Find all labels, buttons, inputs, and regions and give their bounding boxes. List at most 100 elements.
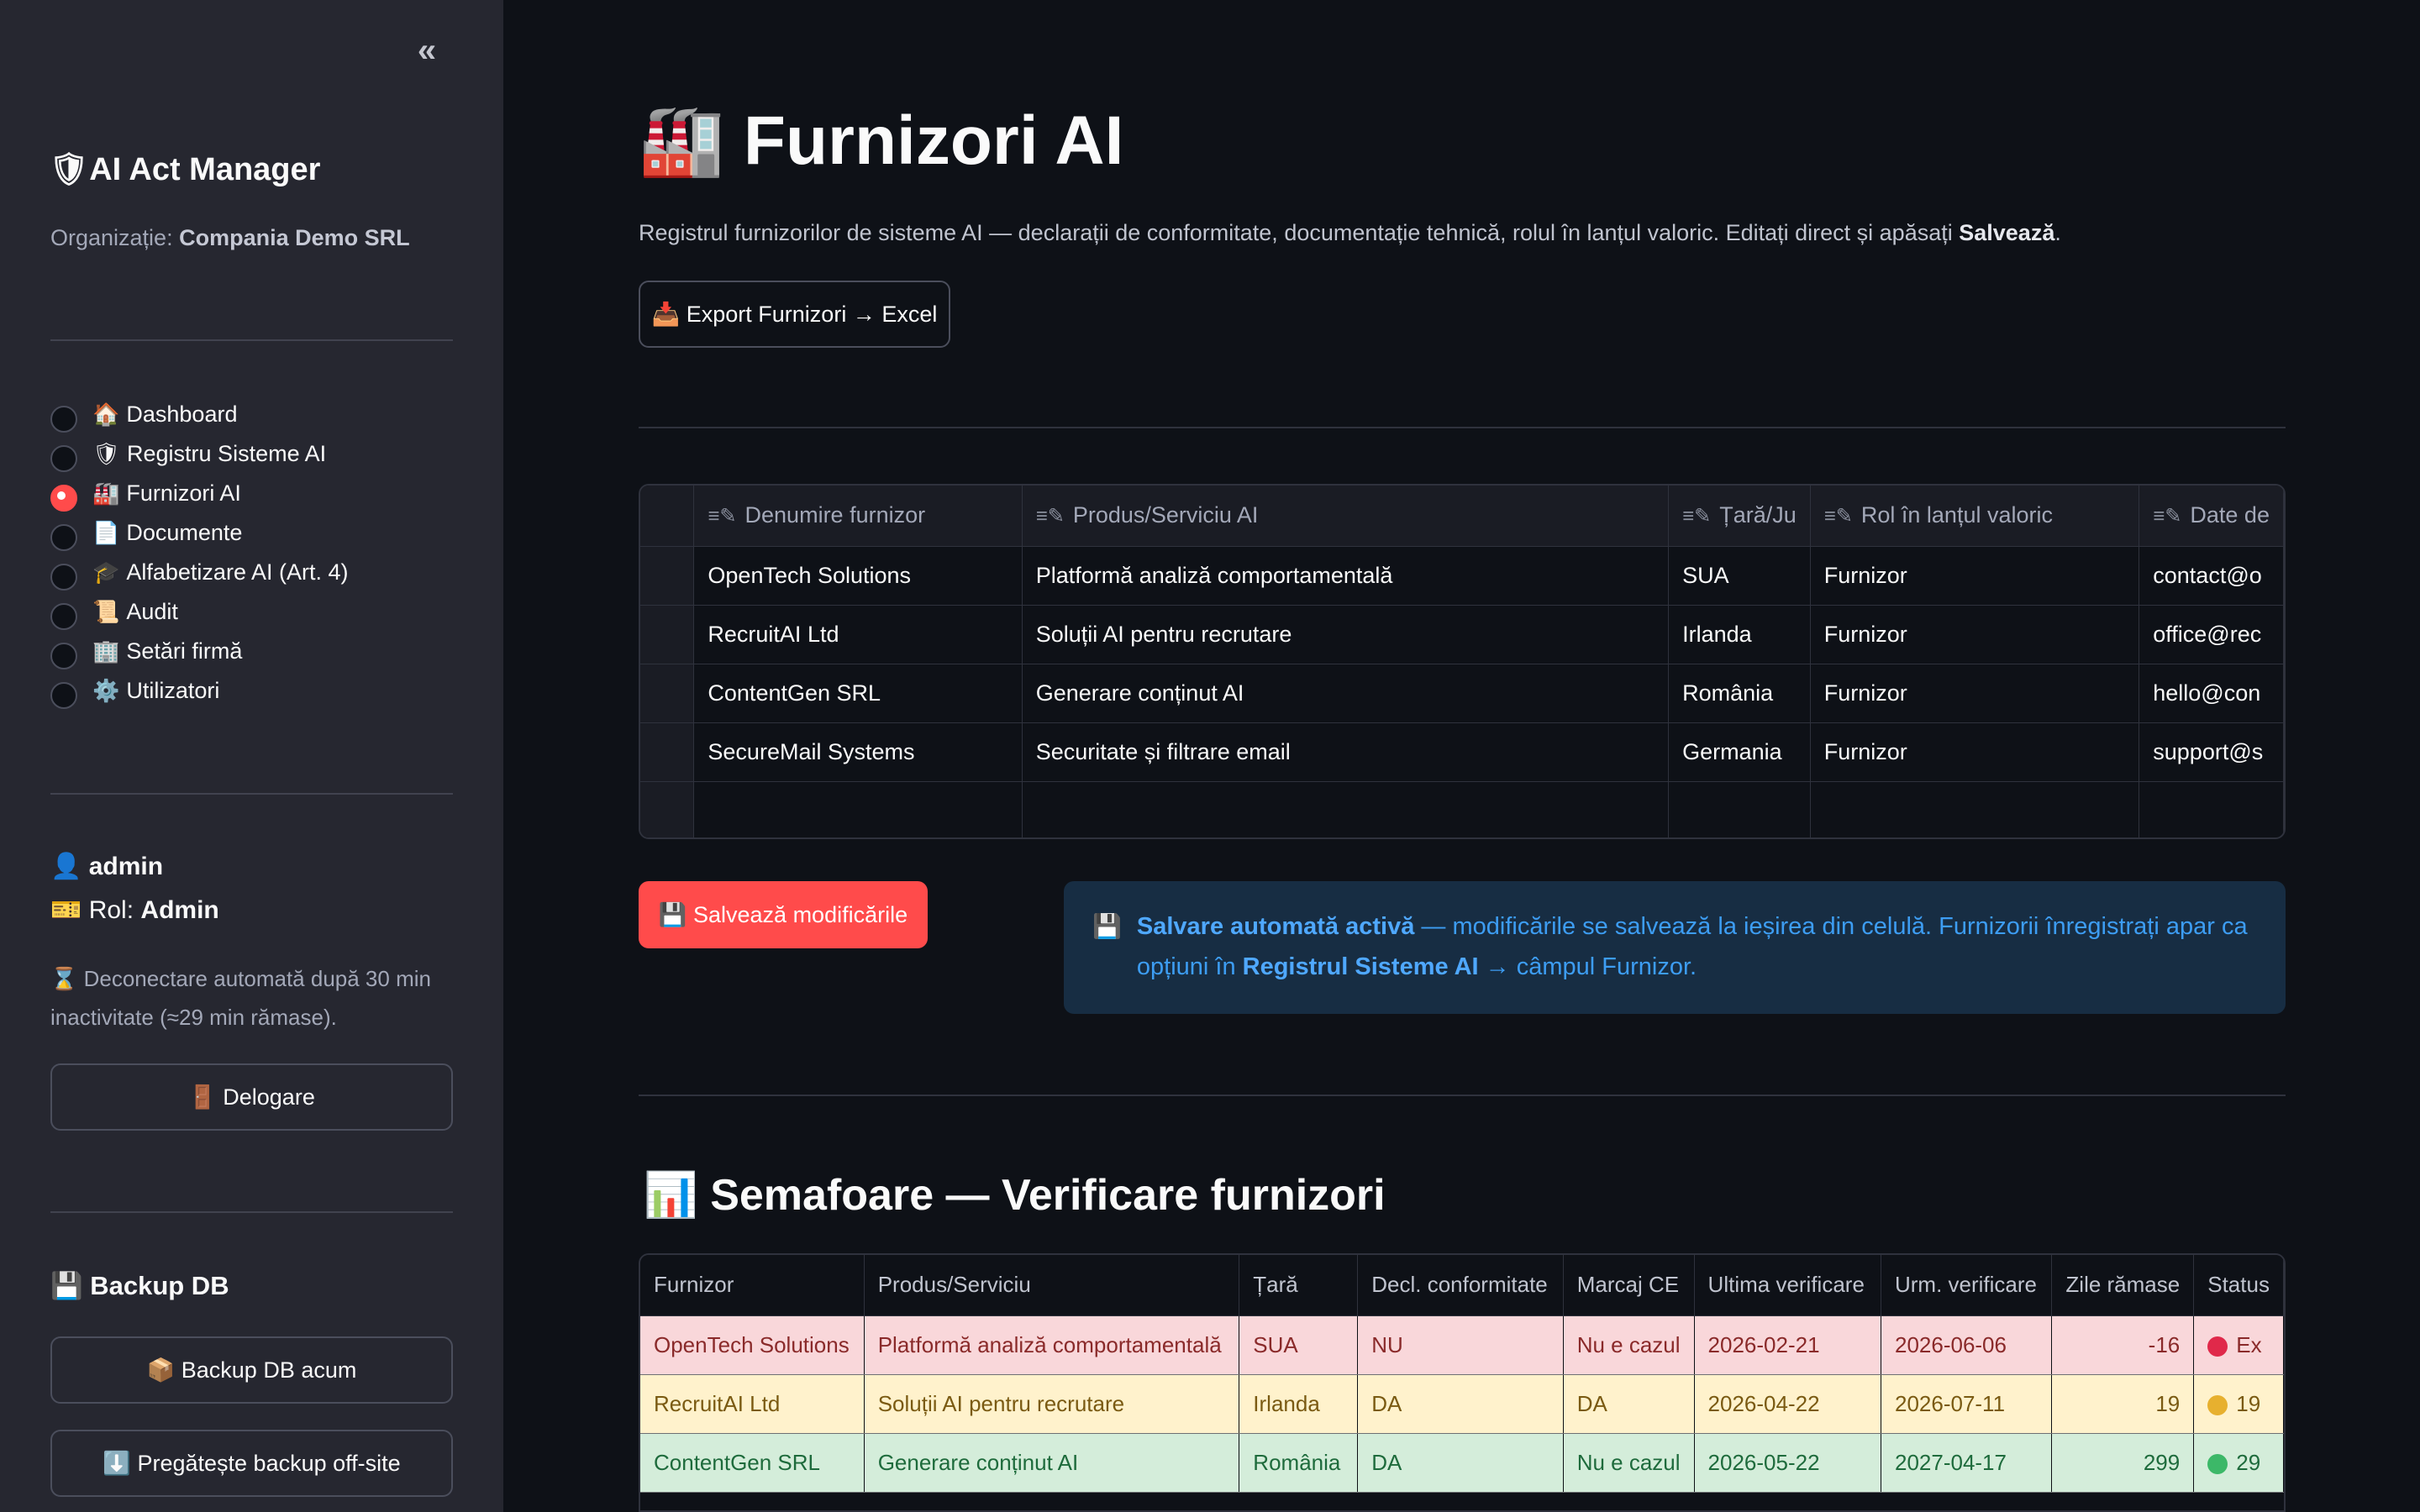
backup-now-button[interactable]: 📦 Backup DB acum (50, 1336, 453, 1404)
column-header[interactable]: Produs/Serviciu (864, 1255, 1240, 1316)
radio-icon[interactable] (50, 681, 77, 709)
backup-offsite-button[interactable]: ⬇️ Pregătește backup off-site (50, 1430, 453, 1497)
table-cell: 2026-04-22 (1694, 1374, 1881, 1434)
editor-cell[interactable]: Generare conținut AI (1022, 664, 1670, 723)
editor-cell[interactable]: SecureMail Systems (693, 722, 1023, 782)
editor-cell[interactable]: Irlanda (1668, 605, 1811, 664)
table-cell: NU (1357, 1315, 1564, 1375)
editor-cell-empty[interactable] (1810, 781, 2140, 837)
nav-label: Utilizatori (126, 678, 220, 703)
row-index[interactable] (640, 781, 695, 837)
column-header[interactable]: Decl. conformitate (1357, 1255, 1564, 1316)
radio-selected-icon[interactable] (50, 484, 77, 512)
supplier-status-table: Furnizor Produs/Serviciu Țară Decl. conf… (639, 1253, 2286, 1512)
radio-icon[interactable] (50, 563, 77, 591)
editor-cell[interactable]: OpenTech Solutions (693, 546, 1023, 606)
radio-icon[interactable] (50, 405, 77, 433)
row-index[interactable] (640, 722, 695, 782)
table-cell: Irlanda (1239, 1374, 1359, 1434)
nav-item-alfabetizare[interactable]: 🎓 Alfabetizare AI (Art. 4) (50, 553, 348, 592)
column-header-label: Rol în lanțul valoric (1860, 502, 2053, 528)
editor-cell[interactable]: Securitate și filtrare email (1022, 722, 1670, 782)
radio-icon[interactable] (50, 642, 77, 669)
table-cell: 2026-02-21 (1694, 1315, 1881, 1375)
column-header[interactable]: Țară (1239, 1255, 1359, 1316)
column-header[interactable]: ≡✎ Rol în lanțul valoric (1810, 486, 2140, 547)
nav-label: Documente (126, 520, 243, 545)
column-header[interactable]: Marcaj CE (1563, 1255, 1695, 1316)
column-header[interactable]: Status (2193, 1255, 2284, 1316)
document-icon: 📄 (92, 520, 120, 545)
main-content: 🏭 Furnizori AI Registrul furnizorilor de… (639, 0, 2286, 1512)
editor-cell[interactable]: hello@con (2139, 664, 2284, 723)
column-header[interactable]: Ultima verificare (1694, 1255, 1881, 1316)
table-cell: OpenTech Solutions (640, 1315, 865, 1375)
status-cell: 29 (2193, 1433, 2284, 1493)
table-cell: 2026-07-11 (1881, 1374, 2053, 1434)
row-index[interactable] (640, 546, 695, 606)
editor-cell[interactable]: România (1668, 664, 1811, 723)
nav-item-documente[interactable]: 📄 Documente (50, 513, 348, 553)
column-header[interactable]: ≡✎ Țară/Ju (1668, 486, 1811, 547)
editor-cell[interactable]: office@rec (2139, 605, 2284, 664)
column-header[interactable]: Zile rămase (2051, 1255, 2195, 1316)
editor-cell[interactable]: Platformă analiză comportamentală (1022, 546, 1670, 606)
autosave-info-box: 💾 Salvare automată activă — modificările… (1064, 881, 2286, 1014)
editor-cell[interactable]: ContentGen SRL (693, 664, 1023, 723)
radio-icon[interactable] (50, 444, 77, 472)
editor-cell[interactable]: Furnizor (1810, 546, 2140, 606)
editor-cell[interactable]: SUA (1668, 546, 1811, 606)
editor-cell[interactable]: support@s (2139, 722, 2284, 782)
column-header-label: Țară/Ju (1719, 502, 1797, 528)
editor-cell[interactable]: Furnizor (1810, 664, 2140, 723)
editor-cell[interactable]: Furnizor (1810, 722, 2140, 782)
row-index[interactable] (640, 605, 695, 664)
edit-column-icon: ≡✎ (1035, 505, 1065, 528)
table-cell: 19 (2051, 1374, 2195, 1434)
edit-column-icon: ≡✎ (1823, 505, 1853, 528)
editor-cell-empty[interactable] (1668, 781, 1811, 837)
table-cell: -16 (2051, 1315, 2195, 1375)
table-row: RecruitAI Ltd Soluții AI pentru recrutar… (640, 1374, 2284, 1434)
status-yellow-dot-icon (2207, 1394, 2228, 1415)
editor-new-row[interactable] (640, 781, 2284, 837)
radio-icon[interactable] (50, 602, 77, 630)
save-changes-button[interactable]: 💾 Salvează modificările (639, 881, 928, 948)
editor-cell[interactable]: Germania (1668, 722, 1811, 782)
collapse-sidebar-icon[interactable]: « (408, 34, 445, 67)
editor-cell[interactable]: Furnizor (1810, 605, 2140, 664)
supplier-data-editor[interactable]: ≡✎ Denumire furnizor ≡✎ Produs/Serviciu AI… (639, 484, 2286, 839)
nav-item-setari[interactable]: 🏢 Setări firmă (50, 632, 348, 671)
editor-cell-empty[interactable] (2139, 781, 2284, 837)
column-header[interactable]: Furnizor (640, 1255, 865, 1316)
editor-cell-empty[interactable] (693, 781, 1023, 837)
editor-row: RecruitAI Ltd Soluții AI pentru recrutar… (640, 605, 2284, 664)
organization-info: Organizație: Compania Demo SRL (50, 225, 410, 251)
table-cell: SUA (1239, 1315, 1359, 1375)
table-cell: DA (1357, 1374, 1564, 1434)
nav-item-audit[interactable]: 📜 Audit (50, 592, 348, 632)
column-header[interactable]: ≡✎ Date de (2139, 486, 2284, 547)
column-header[interactable]: ≡✎ Produs/Serviciu AI (1022, 486, 1670, 547)
editor-cell[interactable]: contact@o (2139, 546, 2284, 606)
logout-button[interactable]: 🚪 Delogare (50, 1063, 453, 1131)
nav-item-registru[interactable]: 🛡 Registru Sisteme AI (50, 434, 348, 474)
table-cell: DA (1357, 1433, 1564, 1493)
column-header[interactable]: Urm. verificare (1881, 1255, 2053, 1316)
column-header[interactable]: ≡✎ Denumire furnizor (693, 486, 1023, 547)
status-text: 29 (2236, 1449, 2261, 1475)
status-text: 19 (2236, 1390, 2261, 1416)
editor-cell-empty[interactable] (1022, 781, 1670, 837)
editor-cell[interactable]: Soluții AI pentru recrutare (1022, 605, 1670, 664)
editor-cell[interactable]: RecruitAI Ltd (693, 605, 1023, 664)
radio-icon[interactable] (50, 523, 77, 551)
section-title: 📊 Semafoare — Verificare furnizori (644, 1171, 1386, 1220)
row-index[interactable] (640, 664, 695, 723)
role-info: 🎫 Rol: Admin (50, 895, 219, 925)
export-excel-button[interactable]: 📥 Export Furnizori → Excel (639, 281, 950, 348)
nav-item-utilizatori[interactable]: ⚙️ Utilizatori (50, 671, 348, 711)
role-value: Admin (140, 896, 219, 924)
nav-item-dashboard[interactable]: 🏠 Dashboard (50, 395, 348, 434)
nav-item-furnizori[interactable]: 🏭 Furnizori AI (50, 474, 348, 513)
nav-label: Dashboard (126, 402, 238, 427)
